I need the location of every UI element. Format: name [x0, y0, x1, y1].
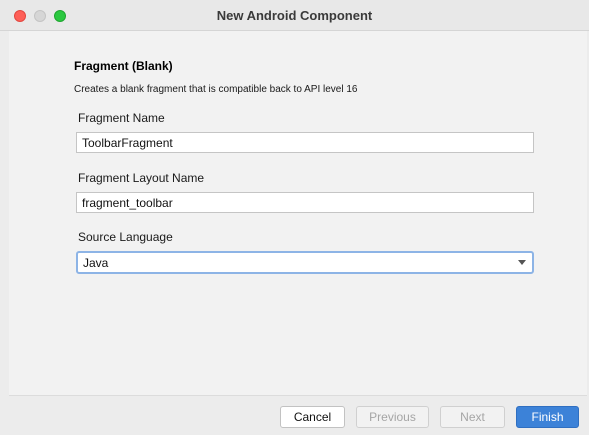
title-bar: New Android Component	[0, 0, 589, 31]
source-language-value: Java	[83, 256, 109, 270]
next-button[interactable]: Next	[440, 406, 505, 428]
source-language-select[interactable]: Java	[76, 251, 534, 274]
fragment-layout-name-input[interactable]: fragment_toolbar	[76, 192, 534, 213]
fragment-name-input[interactable]: ToolbarFragment	[76, 132, 534, 153]
previous-button[interactable]: Previous	[356, 406, 429, 428]
finish-button[interactable]: Finish	[516, 406, 579, 428]
component-description: Creates a blank fragment that is compati…	[74, 84, 358, 95]
fragment-layout-name-label: Fragment Layout Name	[78, 171, 205, 185]
fragment-name-label: Fragment Name	[78, 111, 165, 125]
dialog-window: New Android Component Fragment (Blank) C…	[0, 0, 589, 435]
cancel-button[interactable]: Cancel	[280, 406, 345, 428]
component-heading: Fragment (Blank)	[74, 59, 173, 73]
source-language-label: Source Language	[78, 230, 173, 244]
window-title: New Android Component	[216, 8, 373, 23]
button-bar: Cancel Previous Next Finish	[9, 395, 587, 435]
chevron-down-icon	[518, 260, 526, 265]
dialog-content: Fragment (Blank) Creates a blank fragmen…	[9, 31, 587, 395]
